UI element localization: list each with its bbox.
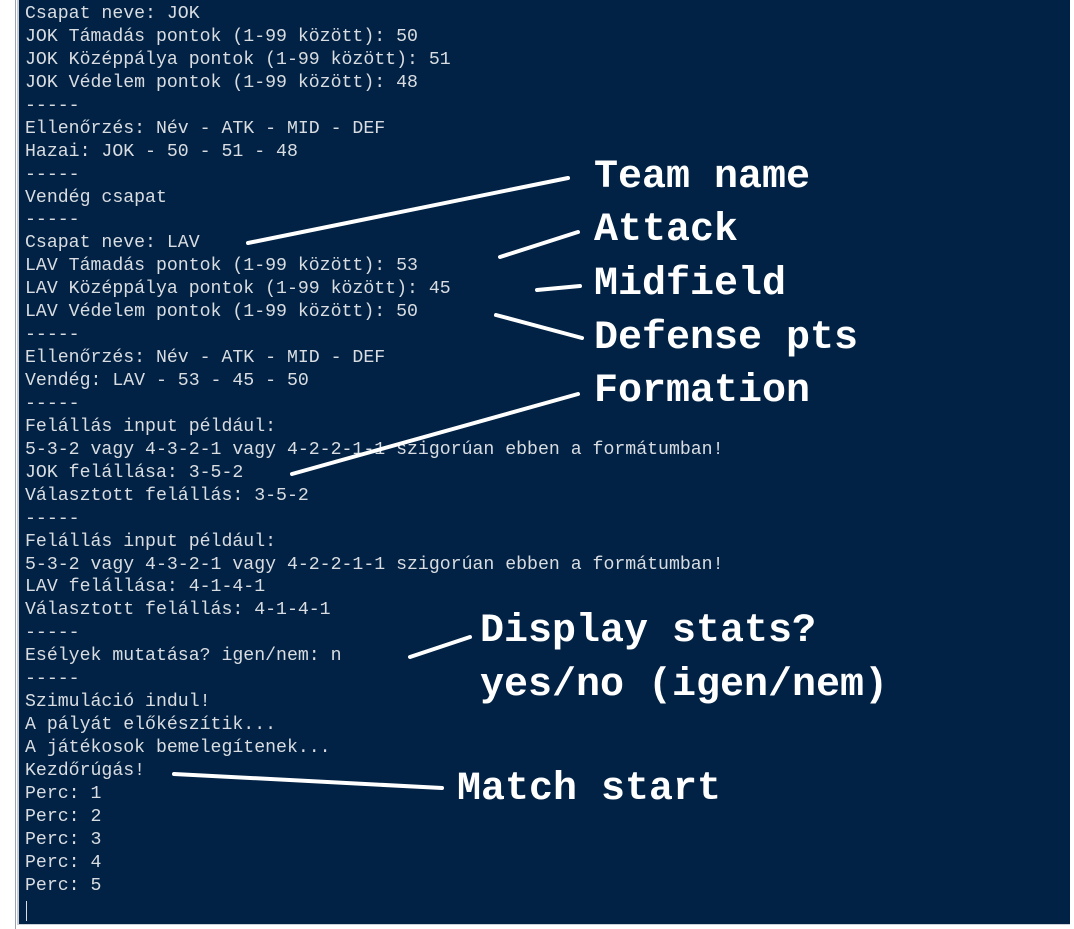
annotation-team-name: Team name (594, 155, 811, 200)
console-line: Felállás input például: (25, 531, 277, 552)
right-margin (1070, 0, 1074, 929)
annotation-formation: Formation (594, 369, 811, 414)
console-line: JOK Támadás pontok (1-99 között): 50 (25, 26, 418, 47)
console-line: 5-3-2 vagy 4-3-2-1 vagy 4-2-2-1-1 szigor… (25, 439, 724, 460)
annotation-defense: Defense pts (594, 316, 859, 361)
console-line: Felállás input például: (25, 416, 277, 437)
console-line: Perc: 3 (25, 829, 102, 850)
console-line: Választott felállás: 3-5-2 (25, 485, 309, 506)
annotation-match-start: Match start (457, 767, 722, 812)
annotation-midfield: Midfield (594, 262, 787, 307)
console-line: JOK Védelem pontok (1-99 között): 48 (25, 72, 418, 93)
console-line: JOK Középpálya pontok (1-99 között): 51 (25, 49, 451, 70)
console-line: 5-3-2 vagy 4-3-2-1 vagy 4-2-2-1-1 szigor… (25, 554, 724, 575)
text-cursor (26, 901, 27, 921)
console-line: JOK felállása: 3-5-2 (25, 462, 244, 483)
console-line: ----- (25, 95, 80, 116)
console-line: Perc: 4 (25, 852, 102, 873)
console-line: ----- (25, 508, 80, 529)
screenshot-frame: Csapat neve: JOK JOK Támadás pontok (1-9… (0, 0, 1074, 929)
annotation-yes-no: yes/no (igen/nem) (480, 663, 889, 708)
console-line: Csapat neve: JOK (25, 4, 200, 24)
console-line: Ellenőrzés: Név - ATK - MID - DEF (25, 118, 386, 139)
console-line: A pályát előkészítik... (25, 715, 277, 736)
console-line: A játékosok bemelegítenek... (25, 738, 331, 758)
annotation-attack: Attack (594, 208, 739, 253)
left-margin (0, 0, 16, 929)
console-line: Perc: 5 (25, 875, 102, 896)
annotation-display-stats: Display stats? (480, 609, 817, 654)
console-line: LAV felállása: 4-1-4-1 (25, 577, 266, 598)
